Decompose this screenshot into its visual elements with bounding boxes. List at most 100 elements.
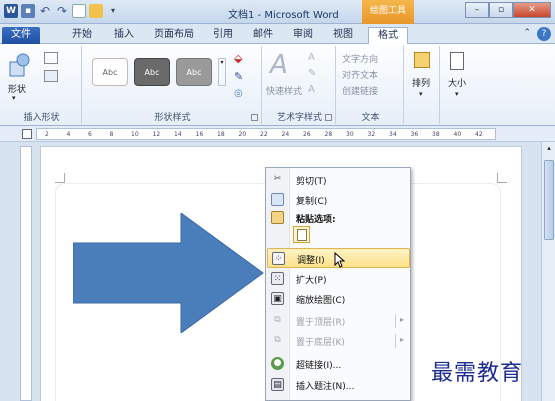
size-icon[interactable] [450,52,464,70]
size-dropdown-icon[interactable]: ▾ [455,90,459,98]
quick-access-toolbar: W ▪ ↶ ↷ ▾ [4,4,120,18]
submenu-separator [395,314,396,328]
horizontal-ruler: 2 4 6 8 10 12 14 16 18 20 22 24 26 28 30 32 34 36 38 40 42 [0,126,555,142]
menu-item-label: 缩放绘图(C) [296,296,346,306]
margin-corner-marker [497,173,507,183]
quick-styles-label[interactable]: 快速样式 [266,84,302,97]
ruler-track[interactable]: 2 4 6 8 10 12 14 16 18 20 22 24 26 28 30 32 34 36 38 40 42 [36,128,496,140]
ruler-tick-label: 24 [281,131,290,138]
arrange-button-label[interactable]: 排列 [412,76,430,89]
text-outline-icon[interactable]: ✎ [308,68,316,79]
submenu-arrow-icon[interactable]: ▸ [400,335,404,344]
shape-effects-icon[interactable]: ◎ [234,88,243,99]
shapes-dropdown-icon[interactable]: ▾ [12,94,16,102]
drawing-tools-context-tab: 绘图工具 [362,0,414,24]
menu-item-paste-options: 粘贴选项: [267,208,410,228]
size-button-label[interactable]: 大小 [448,76,466,89]
tab-selector-icon[interactable] [22,129,32,139]
group-shape-styles: Abc Abc Abc ▾ ⬙ ✎ ◎ 形状样式 [84,46,262,124]
shape-style-thumb[interactable]: Abc [134,58,170,86]
tab-mailings[interactable]: 邮件 [246,27,280,44]
paste-icon [271,211,284,224]
shape-style-thumb[interactable]: Abc [92,58,128,86]
undo-icon[interactable]: ↶ [38,4,52,18]
group-text-label: 文本 [361,113,380,123]
menu-item-adjust[interactable]: ⁘ 调整(I) [267,248,410,268]
menu-item-send-to-back[interactable]: ⧉ 置于底层(K) ▸ [267,331,410,351]
window-controls: – ▫ ✕ [465,2,551,18]
text-box-icon[interactable] [44,70,58,82]
help-icon[interactable]: ? [537,27,551,41]
word-logo-icon[interactable]: W [4,4,18,18]
submenu-arrow-icon[interactable]: ▸ [400,315,404,324]
menu-item-label: 粘贴选项: [296,215,336,225]
customize-toolbar-icon[interactable]: ▾ [106,4,120,18]
dialog-launcher-icon[interactable] [325,114,332,121]
menu-item-label: 置于顶层(R) [296,318,346,328]
ruler-tick-label: 10 [131,131,139,138]
ruler-tick-label: 18 [217,131,225,138]
collapse-ribbon-icon[interactable]: ⌃ [523,28,531,38]
tab-file[interactable]: 文件 [2,27,40,44]
wordart-a-icon[interactable]: A [270,50,288,80]
menu-item-label: 插入题注(N)... [296,382,355,392]
menu-item-label: 调整(I) [297,256,325,266]
restore-button[interactable]: ▫ [489,2,513,18]
menu-item-label: 扩大(P) [296,276,327,286]
edit-shape-icon[interactable] [44,52,58,64]
minimize-button[interactable]: – [465,2,489,18]
menu-item-bring-to-front[interactable]: ⧉ 置于顶层(R) ▸ [267,311,410,331]
save-icon[interactable]: ▪ [21,4,35,18]
ruler-tick-label: 26 [303,131,311,138]
tab-view[interactable]: 视图 [326,27,360,44]
ruler-tick-label: 40 [453,131,462,138]
align-text-button[interactable]: 对齐文本 [342,68,378,81]
close-button[interactable]: ✕ [513,2,551,18]
tab-review[interactable]: 审阅 [286,27,320,44]
shapes-icon[interactable] [8,52,32,78]
tab-references[interactable]: 引用 [206,27,240,44]
redo-icon[interactable]: ↷ [55,4,69,18]
dialog-launcher-icon[interactable] [251,114,258,121]
group-shape-styles-label: 形状样式 [154,113,191,123]
scale-drawing-icon: ▣ [271,292,284,305]
tab-insert[interactable]: 插入 [106,27,142,44]
new-document-icon[interactable] [72,4,86,18]
watermark-logo: 最需教育 [431,361,524,386]
menu-item-hyperlink[interactable]: ● 超链接(I)... [267,354,410,374]
tab-page-layout[interactable]: 页面布局 [148,27,200,44]
vertical-scrollbar[interactable]: ▴ [541,142,555,401]
right-arrow-shape[interactable] [73,213,273,333]
ruler-tick-label: 36 [410,131,419,138]
menu-item-cut[interactable]: ✂ 剪切(T) [267,170,410,190]
group-size: 大小 ▾ [442,46,476,124]
menu-item-label: 置于底层(K) [296,338,345,348]
text-effects-icon[interactable]: A [308,84,315,95]
paste-keep-source-button[interactable] [293,226,310,243]
tab-home[interactable]: 开始 [64,27,100,44]
scrollbar-thumb[interactable] [544,160,554,240]
group-wordart-styles: A 快速样式 A ✎ A 艺术字样式 [264,46,336,124]
menu-item-scale-drawing[interactable]: ▣ 缩放绘图(C) [267,289,410,309]
styles-scroll-icon[interactable]: ▾ [218,58,226,86]
create-link-button[interactable]: 创建链接 [342,84,378,97]
open-folder-icon[interactable] [89,4,103,18]
arrange-icon[interactable] [414,52,430,68]
shape-fill-icon[interactable]: ⬙ [234,52,242,65]
scissors-icon: ✂ [273,174,282,184]
shapes-button-label[interactable]: 形状 [8,82,26,95]
group-text: 文字方向 对齐文本 创建链接 文本 [338,46,404,124]
menu-item-copy[interactable]: 复制(C) [267,190,410,210]
menu-item-insert-caption[interactable]: ▤ 插入题注(N)... [267,375,410,395]
menu-item-label: 剪切(T) [296,177,327,187]
text-fill-icon[interactable]: A [308,52,315,63]
menu-item-expand[interactable]: ⁙ 扩大(P) [267,269,410,289]
ruler-tick-label: 30 [346,131,354,138]
tab-format[interactable]: 格式 [368,27,408,44]
scroll-up-icon[interactable]: ▴ [544,144,554,156]
shape-outline-icon[interactable]: ✎ [234,70,243,83]
text-direction-button[interactable]: 文字方向 [342,52,378,65]
hyperlink-icon: ● [271,357,284,370]
arrange-dropdown-icon[interactable]: ▾ [419,90,423,98]
shape-style-thumb[interactable]: Abc [176,58,212,86]
